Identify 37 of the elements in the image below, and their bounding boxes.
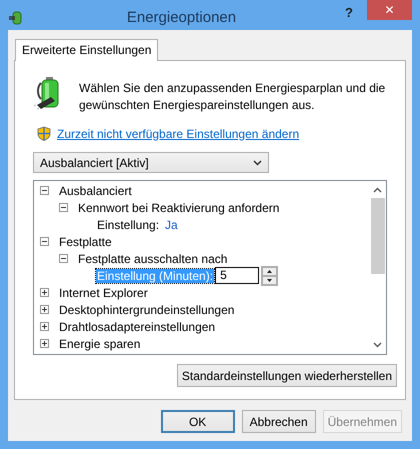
setting-label[interactable]: Einstellung: [96, 218, 160, 232]
shield-icon [37, 126, 51, 141]
spin-up-button[interactable] [262, 266, 278, 276]
collapse-icon[interactable] [40, 186, 49, 195]
app-icon [8, 10, 24, 26]
spin-down-button[interactable] [262, 276, 278, 284]
plan-dropdown[interactable]: Ausbalanciert [Aktiv] [33, 152, 269, 173]
tree-item[interactable]: Festplatte ausschalten nach [77, 252, 228, 266]
collapse-icon[interactable] [40, 237, 49, 246]
scroll-thumb[interactable] [370, 198, 384, 274]
window-title: Energieoptionen [126, 8, 238, 26]
dialog-button[interactable]: Abbrechen [242, 410, 316, 433]
tree-item[interactable]: Ausbalanciert [58, 184, 133, 198]
scroll-up-icon[interactable] [373, 187, 382, 193]
collapse-icon[interactable] [59, 203, 68, 212]
minutes-input-field[interactable]: 5 [215, 267, 260, 284]
restore-defaults-button[interactable]: Standardeinstellungen wiederherstellen [176, 364, 397, 387]
chevron-down-icon [253, 160, 262, 166]
tree-item[interactable]: Kennwort bei Reaktivierung anfordern [77, 200, 280, 214]
tree-item[interactable]: Desktophintergrundeinstellungen [58, 302, 236, 316]
settings-link[interactable]: Zurzeit nicht verfügbare Einstellungen ändern [57, 126, 300, 140]
dialog-button[interactable]: OK [160, 410, 235, 433]
expand-icon[interactable] [40, 339, 49, 348]
help-button[interactable]: ? [339, 4, 359, 20]
expand-icon[interactable] [40, 322, 49, 331]
tree-item[interactable]: Festplatte [58, 234, 113, 248]
tree-item[interactable]: Internet Explorer [58, 286, 149, 300]
scroll-down-icon[interactable] [373, 342, 382, 348]
setting-value[interactable]: Ja [165, 218, 178, 232]
close-button[interactable]: ✕ [367, 0, 412, 20]
tab[interactable]: Erweiterte Einstellungen [15, 39, 158, 61]
intro-text: Wählen Sie den anzupassenden Energiesparplan und die gewünschten Energiespareinstellungen aus. [79, 80, 386, 114]
expand-icon[interactable] [40, 288, 49, 297]
expand-icon[interactable] [40, 305, 49, 314]
collapse-icon[interactable] [59, 254, 68, 263]
tree-item[interactable]: Energie sparen [58, 336, 142, 350]
tree-item[interactable]: Drahtlosadaptereinstellungen [58, 320, 216, 334]
